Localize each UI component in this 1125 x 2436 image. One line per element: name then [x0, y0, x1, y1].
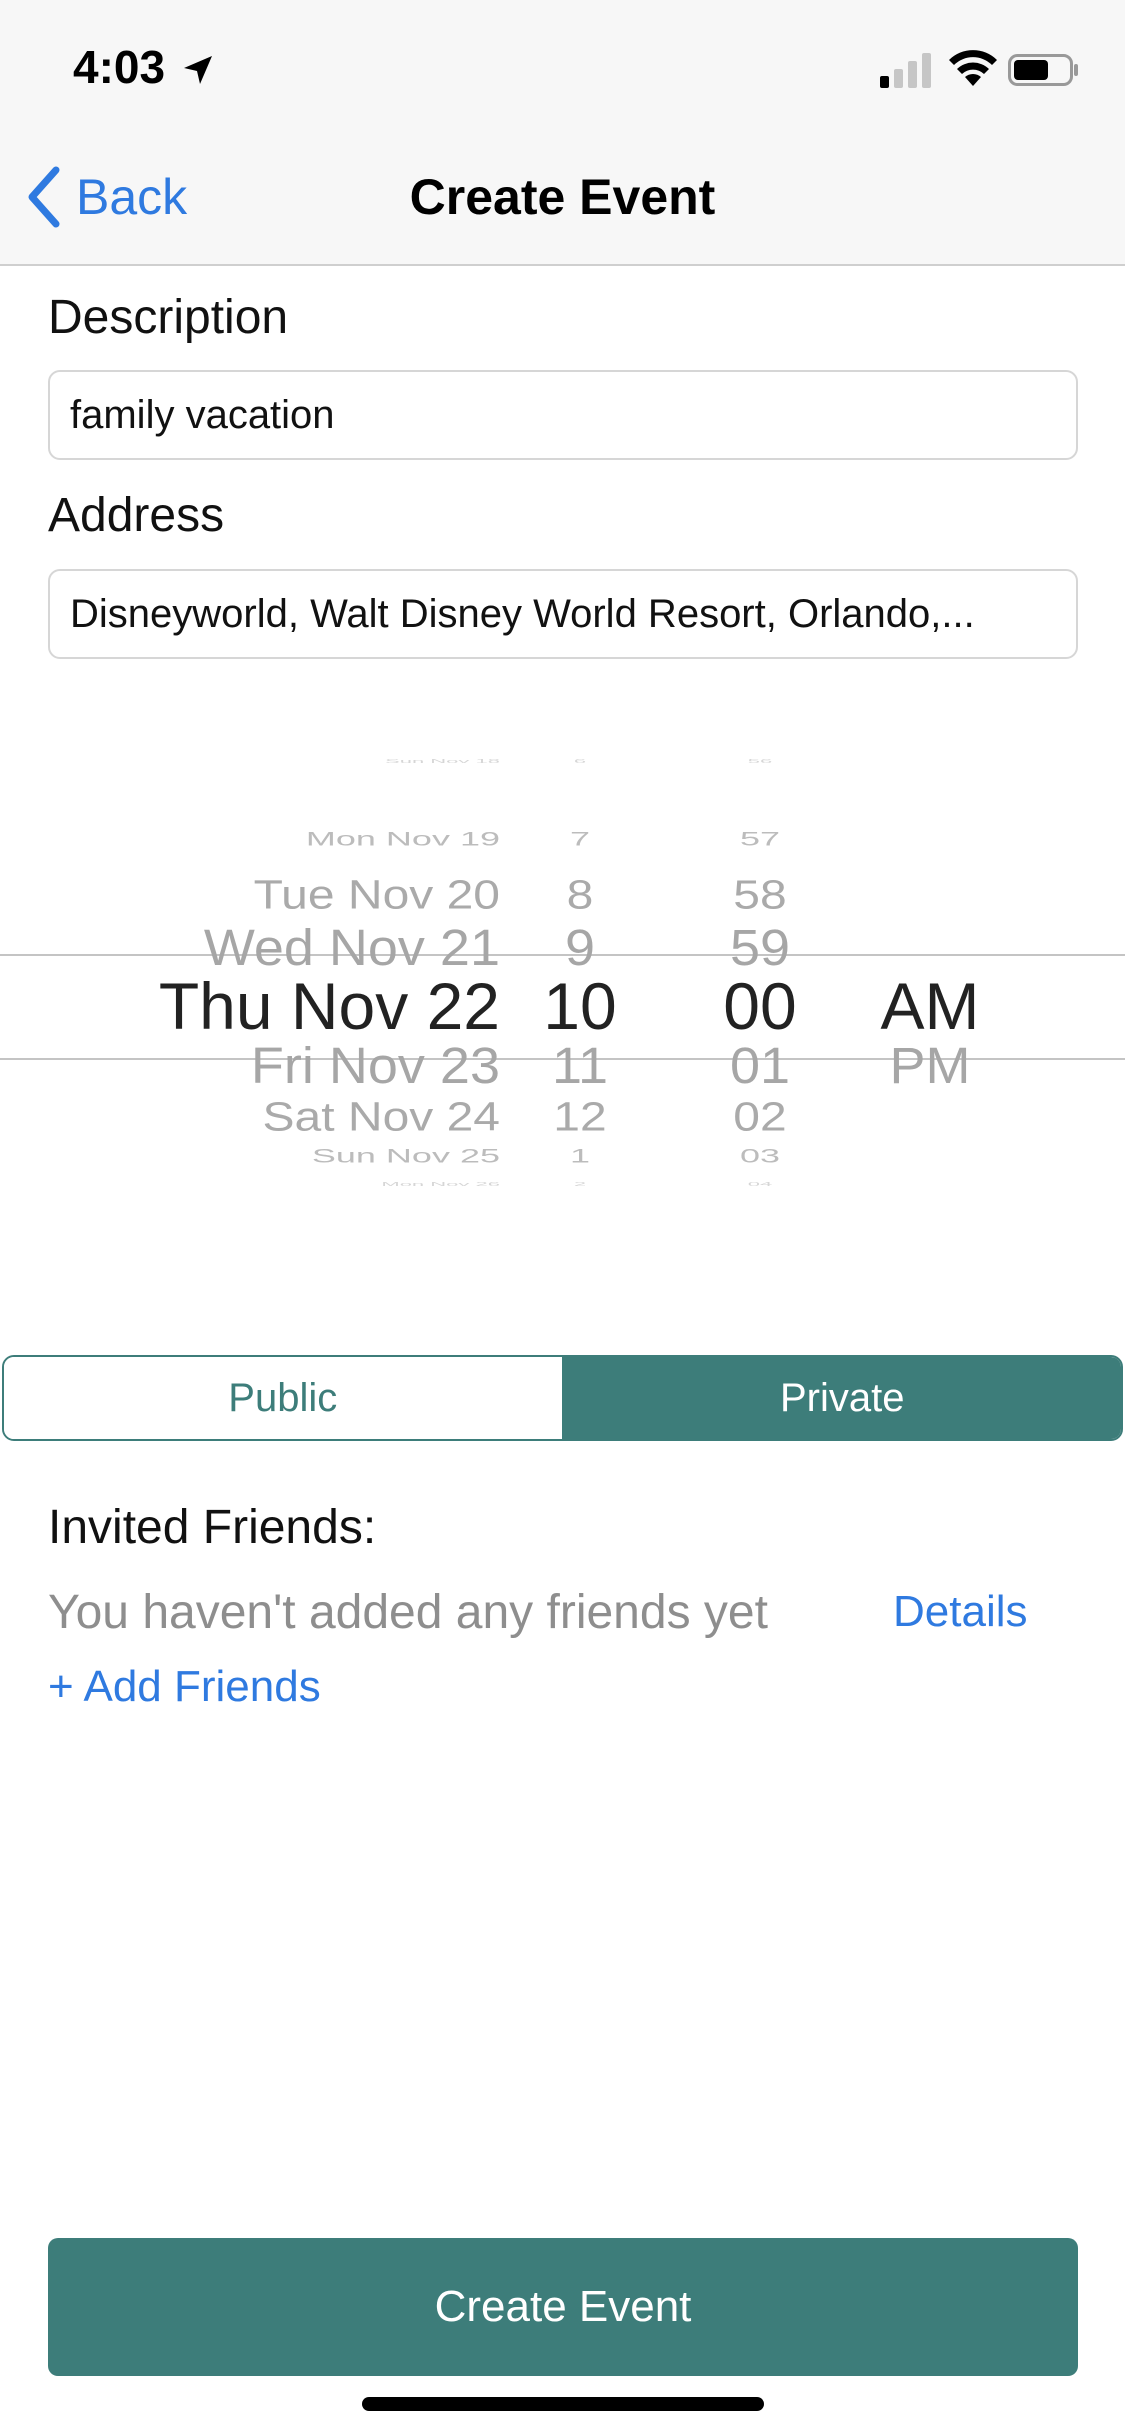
status-bar: 4:03: [0, 0, 1125, 132]
minute-wheel[interactable]: 56 57 58 59 00 01 02 03 04: [690, 735, 830, 1275]
hour-option-option[interactable]: 2: [520, 1181, 640, 1187]
hour-option-option[interactable]: 6: [520, 758, 640, 764]
hour-option-option[interactable]: 12: [520, 1097, 640, 1139]
date-wheel[interactable]: Sun Nov 18 Mon Nov 19 Tue Nov 20 Wed Nov 21…: [0, 735, 520, 1275]
date-time-picker[interactable]: Sun Nov 18 Mon Nov 19 Tue Nov 20 Wed Nov 21…: [0, 735, 1125, 1275]
minute-option-selected[interactable]: 00: [690, 973, 830, 1039]
date-option-option[interactable]: Sun Nov 18: [385, 758, 500, 764]
invited-friends-title: Invited Friends:: [48, 1501, 377, 1554]
minute-option-option[interactable]: 03: [690, 1146, 830, 1166]
visibility-segmented-control: Public Private: [2, 1355, 1123, 1441]
private-segment[interactable]: Private: [563, 1357, 1121, 1439]
status-time: 4:03: [73, 41, 166, 93]
create-event-button[interactable]: Create Event: [48, 2238, 1078, 2376]
cellular-signal-icon: [880, 53, 931, 88]
no-friends-message: You haven't added any friends yet: [48, 1586, 768, 1639]
ampm-option-option[interactable]: PM: [850, 1040, 1010, 1091]
details-link[interactable]: Details: [893, 1587, 1028, 1637]
description-label: Description: [48, 291, 289, 344]
hour-option-option[interactable]: 8: [520, 875, 640, 917]
minute-option-option[interactable]: 02: [690, 1097, 830, 1139]
description-input[interactable]: [50, 372, 1076, 458]
date-option-option[interactable]: Tue Nov 20: [254, 875, 500, 917]
hour-option-option[interactable]: 1: [520, 1146, 640, 1166]
minute-option-option[interactable]: 59: [690, 922, 830, 973]
battery-icon: [1008, 54, 1078, 86]
am-pm-wheel[interactable]: AM PM: [850, 735, 1010, 1275]
minute-option-option[interactable]: 58: [690, 875, 830, 917]
minute-option-option[interactable]: 01: [690, 1040, 830, 1091]
date-option-selected[interactable]: Thu Nov 22: [159, 973, 500, 1039]
hour-option-option[interactable]: 11: [520, 1040, 640, 1091]
date-option-option[interactable]: Mon Nov 26: [381, 1181, 500, 1187]
hour-option-selected[interactable]: 10: [520, 973, 640, 1039]
date-option-option[interactable]: Mon Nov 19: [306, 829, 500, 849]
date-option-option[interactable]: Sat Nov 24: [263, 1097, 500, 1139]
date-option-option[interactable]: Sun Nov 25: [312, 1146, 500, 1166]
wifi-icon: [949, 50, 997, 86]
date-option-option[interactable]: Wed Nov 21: [204, 922, 500, 973]
home-indicator: [362, 2397, 764, 2411]
add-friends-link[interactable]: + Add Friends: [48, 1662, 321, 1712]
page-title: Create Event: [409, 169, 716, 225]
description-field-container: [48, 370, 1078, 460]
minute-option-option[interactable]: 04: [690, 1181, 830, 1187]
hour-option-option[interactable]: 7: [520, 829, 640, 849]
location-arrow-icon: [184, 56, 212, 84]
minute-option-option[interactable]: 57: [690, 829, 830, 849]
ampm-option-selected[interactable]: AM: [850, 973, 1010, 1039]
address-label: Address: [48, 489, 225, 542]
address-field-container: [48, 569, 1078, 659]
hour-option-option[interactable]: 9: [520, 922, 640, 973]
navigation-bar: Back Create Event: [0, 132, 1125, 266]
public-segment[interactable]: Public: [4, 1357, 564, 1439]
hour-wheel[interactable]: 6 7 8 9 10 11 12 1 2: [520, 735, 640, 1275]
address-input[interactable]: [50, 571, 1076, 657]
date-option-option[interactable]: Fri Nov 23: [251, 1040, 500, 1091]
minute-option-option[interactable]: 56: [690, 758, 830, 764]
